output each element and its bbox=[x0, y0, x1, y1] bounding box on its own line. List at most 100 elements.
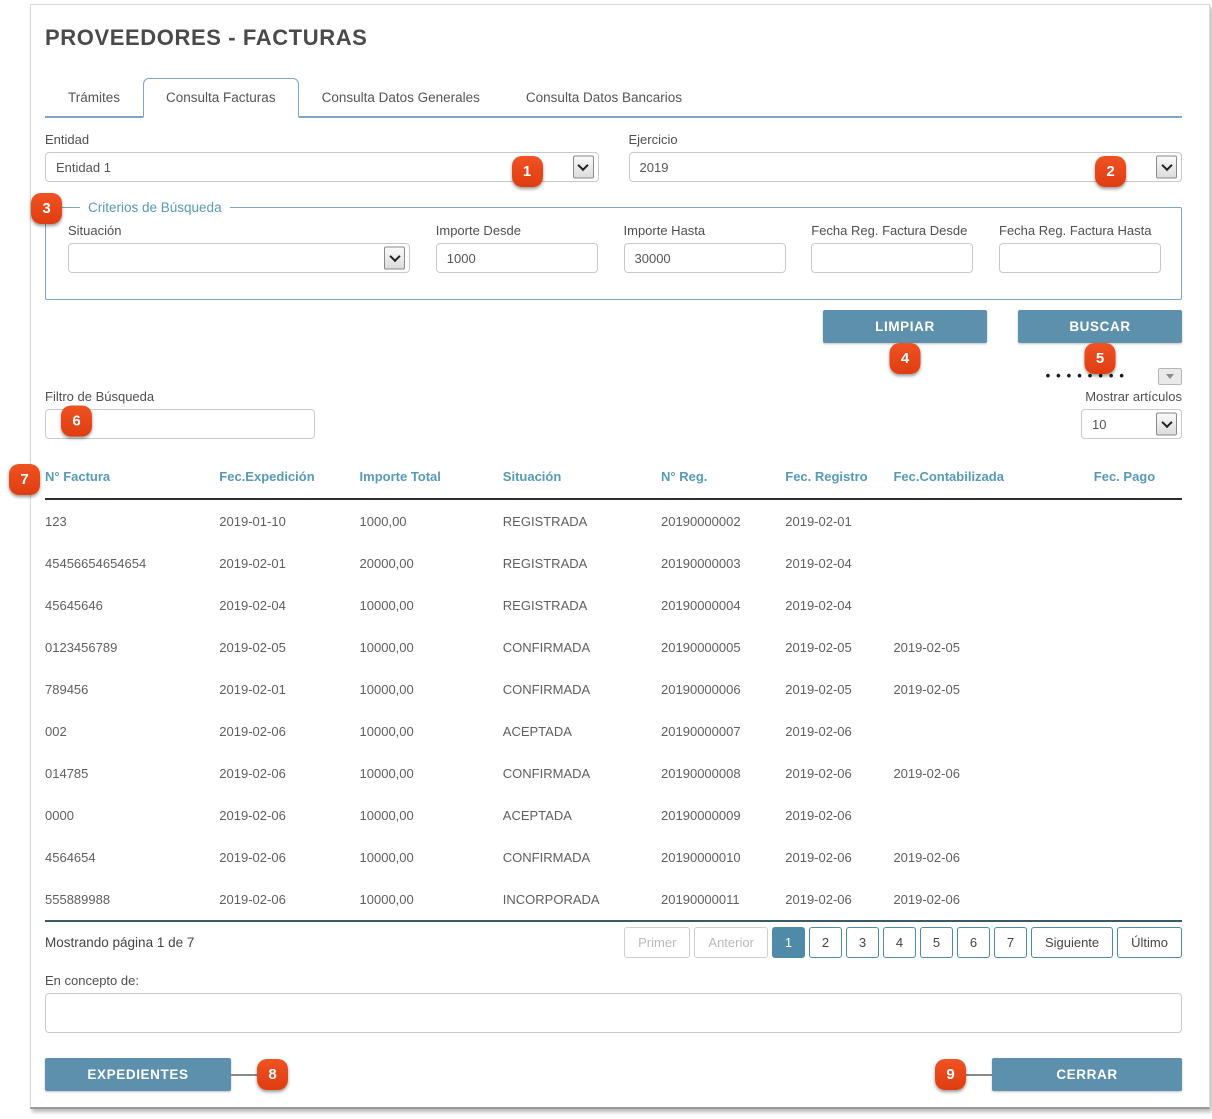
table-row[interactable]: 7894562019-02-0110000,00CONFIRMADA201900… bbox=[45, 668, 1182, 710]
pagination-button-5[interactable]: 5 bbox=[920, 927, 953, 958]
importe-hasta-input[interactable] bbox=[624, 243, 786, 273]
situacion-label: Situación bbox=[68, 223, 410, 238]
callout-badge-7: 7 bbox=[9, 464, 40, 495]
pagination-button-4[interactable]: 4 bbox=[883, 927, 916, 958]
importe-desde-label: Importe Desde bbox=[436, 223, 598, 238]
importe-hasta-label: Importe Hasta bbox=[624, 223, 786, 238]
table-cell: 2019-02-05 bbox=[893, 668, 1093, 710]
table-cell: 2019-02-06 bbox=[219, 752, 359, 794]
situacion-field-group: Situación bbox=[68, 223, 410, 273]
pagination-button-6[interactable]: 6 bbox=[957, 927, 990, 958]
situacion-select[interactable] bbox=[68, 243, 410, 273]
chevron-down-icon[interactable] bbox=[1156, 413, 1177, 436]
buscar-button[interactable]: BUSCAR bbox=[1018, 310, 1182, 343]
mostrar-articulos-label: Mostrar artículos bbox=[1021, 389, 1182, 404]
callout-badge-4: 4 bbox=[890, 343, 921, 374]
table-cell: 2019-02-06 bbox=[219, 710, 359, 752]
table-cell: 789456 bbox=[45, 668, 219, 710]
table-row[interactable]: 00002019-02-0610000,00ACEPTADA2019000000… bbox=[45, 794, 1182, 836]
table-cell: 2019-02-05 bbox=[785, 626, 893, 668]
tab-bar: Trámites Consulta Facturas Consulta Dato… bbox=[45, 78, 1182, 118]
chevron-down-icon[interactable] bbox=[1156, 156, 1177, 179]
expedientes-button[interactable]: EXPEDIENTES bbox=[45, 1058, 231, 1091]
pagination-button-7[interactable]: 7 bbox=[994, 927, 1027, 958]
mostrar-field-group: Mostrar artículos 10 bbox=[1081, 389, 1182, 439]
table-cell: 1000,00 bbox=[360, 499, 503, 542]
table-cell: 20000,00 bbox=[360, 542, 503, 584]
importe-desde-input[interactable] bbox=[436, 243, 598, 273]
table-cell bbox=[1094, 710, 1182, 752]
table-row[interactable]: 0147852019-02-0610000,00CONFIRMADA201900… bbox=[45, 752, 1182, 794]
fecha-desde-input[interactable] bbox=[811, 243, 973, 273]
entidad-selected-value: Entidad 1 bbox=[56, 160, 111, 175]
table-cell: 2019-02-06 bbox=[219, 836, 359, 878]
table-cell: REGISTRADA bbox=[503, 542, 661, 584]
table-row[interactable]: 0022019-02-0610000,00ACEPTADA20190000007… bbox=[45, 710, 1182, 752]
importe-desde-field-group: Importe Desde bbox=[436, 223, 598, 273]
limpiar-button[interactable]: LIMPIAR bbox=[823, 310, 987, 343]
column-header-fec-registro: Fec. Registro bbox=[785, 461, 893, 499]
cerrar-button[interactable]: CERRAR bbox=[992, 1058, 1182, 1091]
ejercicio-label: Ejercicio bbox=[629, 132, 1183, 147]
criterios-busqueda-legend: Criterios de Búsqueda bbox=[80, 200, 230, 215]
table-cell: 20190000004 bbox=[661, 584, 785, 626]
fecha-hasta-input[interactable] bbox=[999, 243, 1161, 273]
table-cell: 20190000006 bbox=[661, 668, 785, 710]
table-cell: 2019-02-06 bbox=[893, 878, 1093, 920]
concepto-textarea[interactable] bbox=[45, 993, 1182, 1033]
table-cell bbox=[1094, 542, 1182, 584]
table-row[interactable]: 45646542019-02-0610000,00CONFIRMADA20190… bbox=[45, 836, 1182, 878]
table-cell: 2019-02-06 bbox=[785, 752, 893, 794]
search-actions-row: LIMPIAR 4 BUSCAR 5 bbox=[45, 310, 1182, 343]
table-cell: 2019-02-05 bbox=[219, 626, 359, 668]
tab-tramites[interactable]: Trámites bbox=[45, 78, 143, 116]
table-cell: 2019-02-04 bbox=[785, 542, 893, 584]
pagination-button-último[interactable]: Último bbox=[1117, 927, 1182, 958]
table-cell: 45456654654654 bbox=[45, 542, 219, 584]
pagination-button-siguiente[interactable]: Siguiente bbox=[1031, 927, 1113, 958]
table-row[interactable]: 454566546546542019-02-0120000,00REGISTRA… bbox=[45, 542, 1182, 584]
table-cell bbox=[893, 542, 1093, 584]
callout-badge-6: 6 bbox=[61, 406, 92, 437]
table-row[interactable]: 1232019-01-101000,00REGISTRADA2019000000… bbox=[45, 499, 1182, 542]
table-cell bbox=[893, 499, 1093, 542]
expedientes-group: EXPEDIENTES 8 bbox=[45, 1058, 288, 1091]
tab-consulta-facturas[interactable]: Consulta Facturas bbox=[143, 78, 299, 118]
table-row[interactable]: 01234567892019-02-0510000,00CONFIRMADA20… bbox=[45, 626, 1182, 668]
table-cell bbox=[1094, 668, 1182, 710]
ejercicio-field-group: Ejercicio 2019 2 bbox=[629, 132, 1183, 182]
table-cell: 2019-02-06 bbox=[219, 878, 359, 920]
criteria-fields-row: Situación Importe Desde Importe Hasta Fe… bbox=[68, 223, 1161, 273]
tab-consulta-datos-generales[interactable]: Consulta Datos Generales bbox=[299, 78, 503, 116]
table-cell: 10000,00 bbox=[360, 668, 503, 710]
invoices-table: N° Factura Fec.Expedición Importe Total … bbox=[45, 461, 1182, 920]
dropdown-arrow-button[interactable] bbox=[1158, 368, 1182, 385]
pagination-button-2[interactable]: 2 bbox=[809, 927, 842, 958]
table-cell: 0123456789 bbox=[45, 626, 219, 668]
table-row[interactable]: 5558899882019-02-0610000,00INCORPORADA20… bbox=[45, 878, 1182, 920]
chevron-down-icon[interactable] bbox=[573, 156, 594, 179]
table-cell: 45645646 bbox=[45, 584, 219, 626]
column-header-importe: Importe Total bbox=[360, 461, 503, 499]
criterios-busqueda-fieldset: Criterios de Búsqueda 3 Situación Import… bbox=[45, 200, 1182, 300]
callout-badge-2: 2 bbox=[1095, 156, 1126, 187]
table-cell: 2019-02-06 bbox=[785, 710, 893, 752]
mostrar-articulos-select[interactable]: 10 bbox=[1081, 409, 1182, 439]
tab-consulta-datos-bancarios[interactable]: Consulta Datos Bancarios bbox=[503, 78, 705, 116]
table-cell: REGISTRADA bbox=[503, 499, 661, 542]
chevron-down-icon[interactable] bbox=[384, 247, 405, 270]
proveedores-facturas-window: PROVEEDORES - FACTURAS Trámites Consulta… bbox=[30, 4, 1210, 1109]
table-cell: 20190000010 bbox=[661, 836, 785, 878]
pagination-button-1[interactable]: 1 bbox=[772, 927, 805, 958]
table-cell: CONFIRMADA bbox=[503, 626, 661, 668]
column-header-fec-contabilizada: Fec.Contabilizada bbox=[893, 461, 1093, 499]
concepto-label: En concepto de: bbox=[45, 973, 1182, 988]
table-cell: 20190000002 bbox=[661, 499, 785, 542]
table-cell bbox=[1094, 752, 1182, 794]
table-row[interactable]: 456456462019-02-0410000,00REGISTRADA2019… bbox=[45, 584, 1182, 626]
table-cell bbox=[893, 584, 1093, 626]
table-cell: 014785 bbox=[45, 752, 219, 794]
table-cell bbox=[1094, 794, 1182, 836]
pagination-button-3[interactable]: 3 bbox=[846, 927, 879, 958]
fecha-desde-label: Fecha Reg. Factura Desde bbox=[811, 223, 973, 238]
